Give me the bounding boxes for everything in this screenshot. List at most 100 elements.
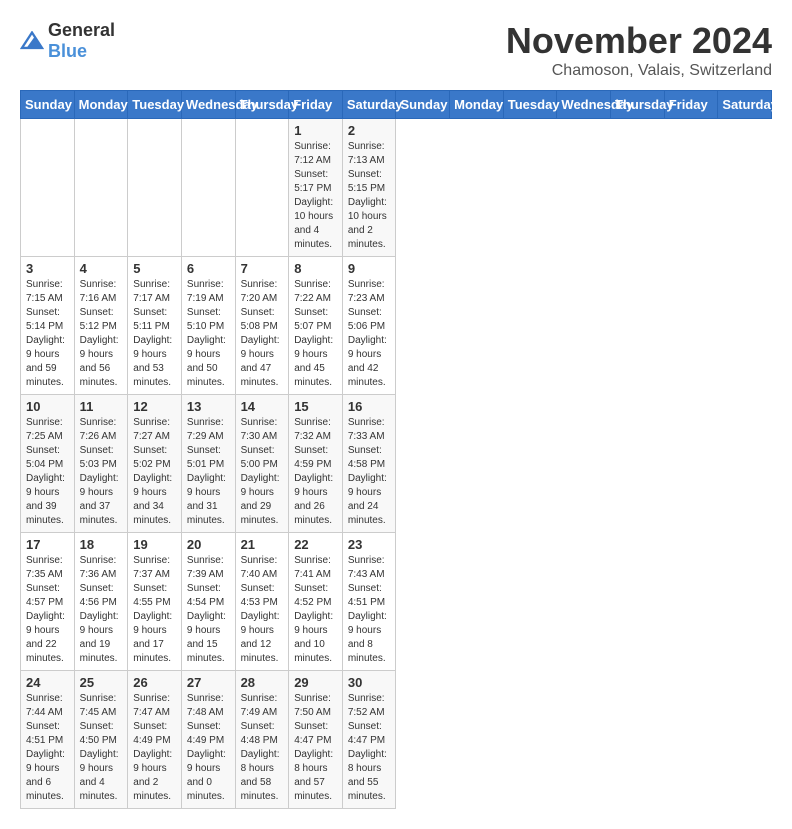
calendar-cell: 2 Sunrise: 7:13 AM Sunset: 5:15 PM Daylig… <box>342 119 396 257</box>
calendar-cell: 27Sunrise: 7:48 AM Sunset: 4:49 PM Dayli… <box>181 671 235 809</box>
day-of-week-header: Monday <box>450 91 504 119</box>
day-number: 1 <box>294 123 337 138</box>
day-info: Sunrise: 7:15 AM Sunset: 5:14 PM Dayligh… <box>26 278 69 390</box>
day-of-week-header: Thursday <box>235 91 289 119</box>
calendar-cell: 28 Sunrise: 7:49 AM Sunset: 4:48 PM Dayli… <box>235 671 289 809</box>
day-number: 24 <box>26 675 69 690</box>
day-of-week-header: Saturday <box>342 91 396 119</box>
calendar-week-row: 10 Sunrise: 7:25 AM Sunset: 5:04 PM Dayli… <box>21 395 772 533</box>
day-of-week-header: Tuesday <box>128 91 182 119</box>
header: General Blue November 2024 Chamoson, Val… <box>20 20 772 80</box>
day-of-week-header: Friday <box>664 91 718 119</box>
day-number: 16 <box>348 399 391 414</box>
calendar-cell <box>128 119 182 257</box>
day-of-week-header: Wednesday <box>181 91 235 119</box>
calendar-cell: 11Sunrise: 7:26 AM Sunset: 5:03 PM Dayli… <box>74 395 128 533</box>
logo-icon <box>20 31 44 51</box>
day-info: Sunrise: 7:13 AM Sunset: 5:15 PM Dayligh… <box>348 140 391 252</box>
day-number: 3 <box>26 261 69 276</box>
day-info: Sunrise: 7:40 AM Sunset: 4:53 PM Dayligh… <box>241 554 284 666</box>
day-info: Sunrise: 7:35 AM Sunset: 4:57 PM Dayligh… <box>26 554 69 666</box>
calendar-cell: 6 Sunrise: 7:19 AM Sunset: 5:10 PM Daylig… <box>181 257 235 395</box>
day-info: Sunrise: 7:45 AM Sunset: 4:50 PM Dayligh… <box>80 692 123 804</box>
day-info: Sunrise: 7:36 AM Sunset: 4:56 PM Dayligh… <box>80 554 123 666</box>
day-number: 10 <box>26 399 69 414</box>
calendar-cell: 3 Sunrise: 7:15 AM Sunset: 5:14 PM Daylig… <box>21 257 75 395</box>
day-number: 26 <box>133 675 176 690</box>
day-number: 29 <box>294 675 337 690</box>
calendar-cell: 23Sunrise: 7:43 AM Sunset: 4:51 PM Dayli… <box>342 533 396 671</box>
day-number: 17 <box>26 537 69 552</box>
day-info: Sunrise: 7:20 AM Sunset: 5:08 PM Dayligh… <box>241 278 284 390</box>
calendar-cell: 9 Sunrise: 7:23 AM Sunset: 5:06 PM Daylig… <box>342 257 396 395</box>
day-number: 14 <box>241 399 284 414</box>
calendar-week-row: 1Sunrise: 7:12 AM Sunset: 5:17 PM Daylig… <box>21 119 772 257</box>
calendar-cell: 21 Sunrise: 7:40 AM Sunset: 4:53 PM Dayli… <box>235 533 289 671</box>
calendar-cell: 20 Sunrise: 7:39 AM Sunset: 4:54 PM Dayli… <box>181 533 235 671</box>
day-number: 27 <box>187 675 230 690</box>
day-number: 28 <box>241 675 284 690</box>
logo-blue: Blue <box>48 41 87 61</box>
day-info: Sunrise: 7:47 AM Sunset: 4:49 PM Dayligh… <box>133 692 176 804</box>
day-info: Sunrise: 7:19 AM Sunset: 5:10 PM Dayligh… <box>187 278 230 390</box>
day-number: 2 <box>348 123 391 138</box>
day-of-week-header: Sunday <box>396 91 450 119</box>
day-of-week-header: Monday <box>74 91 128 119</box>
calendar-week-row: 3 Sunrise: 7:15 AM Sunset: 5:14 PM Daylig… <box>21 257 772 395</box>
day-number: 6 <box>187 261 230 276</box>
day-info: Sunrise: 7:50 AM Sunset: 4:47 PM Dayligh… <box>294 692 337 804</box>
day-info: Sunrise: 7:16 AM Sunset: 5:12 PM Dayligh… <box>80 278 123 390</box>
calendar-cell: 8 Sunrise: 7:22 AM Sunset: 5:07 PM Daylig… <box>289 257 343 395</box>
day-number: 30 <box>348 675 391 690</box>
calendar-header-row: SundayMondayTuesdayWednesdayThursdayFrid… <box>21 91 772 119</box>
day-info: Sunrise: 7:37 AM Sunset: 4:55 PM Dayligh… <box>133 554 176 666</box>
calendar-cell: 5Sunrise: 7:17 AM Sunset: 5:11 PM Daylig… <box>128 257 182 395</box>
day-info: Sunrise: 7:49 AM Sunset: 4:48 PM Dayligh… <box>241 692 284 804</box>
day-info: Sunrise: 7:39 AM Sunset: 4:54 PM Dayligh… <box>187 554 230 666</box>
day-number: 15 <box>294 399 337 414</box>
calendar-cell: 18Sunrise: 7:36 AM Sunset: 4:56 PM Dayli… <box>74 533 128 671</box>
day-number: 25 <box>80 675 123 690</box>
day-info: Sunrise: 7:22 AM Sunset: 5:07 PM Dayligh… <box>294 278 337 390</box>
day-number: 9 <box>348 261 391 276</box>
day-number: 21 <box>241 537 284 552</box>
day-number: 8 <box>294 261 337 276</box>
calendar-cell: 22 Sunrise: 7:41 AM Sunset: 4:52 PM Dayli… <box>289 533 343 671</box>
day-of-week-header: Wednesday <box>557 91 611 119</box>
day-info: Sunrise: 7:27 AM Sunset: 5:02 PM Dayligh… <box>133 416 176 528</box>
day-info: Sunrise: 7:30 AM Sunset: 5:00 PM Dayligh… <box>241 416 284 528</box>
day-of-week-header: Sunday <box>21 91 75 119</box>
day-of-week-header: Tuesday <box>503 91 557 119</box>
day-info: Sunrise: 7:43 AM Sunset: 4:51 PM Dayligh… <box>348 554 391 666</box>
day-info: Sunrise: 7:32 AM Sunset: 4:59 PM Dayligh… <box>294 416 337 528</box>
calendar-cell: 25 Sunrise: 7:45 AM Sunset: 4:50 PM Dayli… <box>74 671 128 809</box>
day-of-week-header: Thursday <box>611 91 665 119</box>
day-number: 12 <box>133 399 176 414</box>
calendar-week-row: 17 Sunrise: 7:35 AM Sunset: 4:57 PM Dayli… <box>21 533 772 671</box>
location-subtitle: Chamoson, Valais, Switzerland <box>506 62 772 80</box>
day-info: Sunrise: 7:33 AM Sunset: 4:58 PM Dayligh… <box>348 416 391 528</box>
day-number: 11 <box>80 399 123 414</box>
day-of-week-header: Saturday <box>718 91 772 119</box>
calendar-cell: 24Sunrise: 7:44 AM Sunset: 4:51 PM Dayli… <box>21 671 75 809</box>
calendar-table: SundayMondayTuesdayWednesdayThursdayFrid… <box>20 90 772 809</box>
day-info: Sunrise: 7:25 AM Sunset: 5:04 PM Dayligh… <box>26 416 69 528</box>
logo-text: General Blue <box>48 20 115 62</box>
day-number: 13 <box>187 399 230 414</box>
calendar-cell: 30Sunrise: 7:52 AM Sunset: 4:47 PM Dayli… <box>342 671 396 809</box>
calendar-cell: 12 Sunrise: 7:27 AM Sunset: 5:02 PM Dayli… <box>128 395 182 533</box>
calendar-cell: 15 Sunrise: 7:32 AM Sunset: 4:59 PM Dayli… <box>289 395 343 533</box>
month-title: November 2024 <box>506 20 772 62</box>
logo: General Blue <box>20 20 115 62</box>
calendar-cell <box>74 119 128 257</box>
day-info: Sunrise: 7:17 AM Sunset: 5:11 PM Dayligh… <box>133 278 176 390</box>
day-number: 22 <box>294 537 337 552</box>
calendar-cell: 17 Sunrise: 7:35 AM Sunset: 4:57 PM Dayli… <box>21 533 75 671</box>
day-number: 20 <box>187 537 230 552</box>
calendar-cell: 26 Sunrise: 7:47 AM Sunset: 4:49 PM Dayli… <box>128 671 182 809</box>
day-info: Sunrise: 7:41 AM Sunset: 4:52 PM Dayligh… <box>294 554 337 666</box>
day-info: Sunrise: 7:23 AM Sunset: 5:06 PM Dayligh… <box>348 278 391 390</box>
title-area: November 2024 Chamoson, Valais, Switzerl… <box>506 20 772 80</box>
day-info: Sunrise: 7:29 AM Sunset: 5:01 PM Dayligh… <box>187 416 230 528</box>
calendar-cell <box>21 119 75 257</box>
